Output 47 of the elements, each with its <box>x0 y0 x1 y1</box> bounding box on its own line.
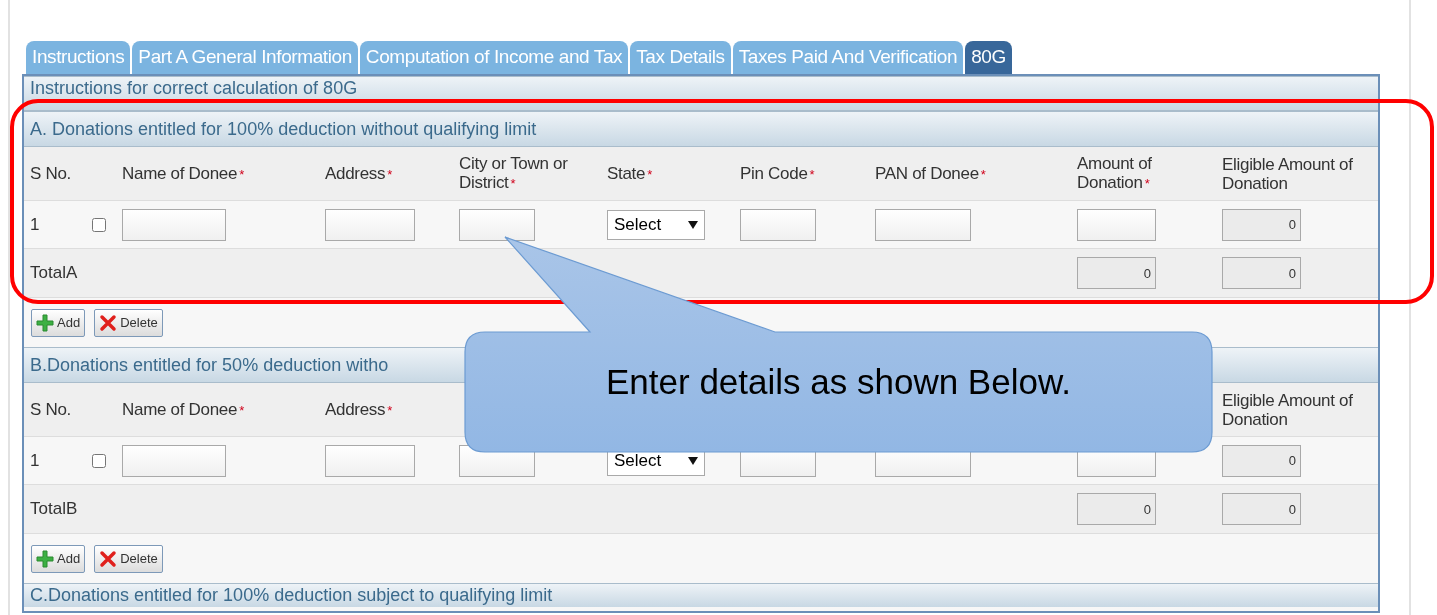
readonly-field[interactable]: 0 <box>1222 257 1301 289</box>
column-header: Pin Code* <box>740 163 816 184</box>
readonly-field[interactable]: 0 <box>1222 208 1301 241</box>
readonly-field[interactable]: 0 <box>1222 493 1301 525</box>
column-header: Eligible Amount of Donation <box>1222 390 1354 429</box>
column-header: S No. <box>30 400 73 419</box>
add-button[interactable]: Add <box>31 308 86 337</box>
add-button[interactable]: Add <box>31 544 86 573</box>
text-field[interactable] <box>740 208 816 241</box>
delete-button[interactable]: Delete <box>94 308 163 337</box>
total-label: TotalA <box>30 262 79 285</box>
cross-icon <box>99 549 118 568</box>
caret-icon <box>688 220 698 229</box>
row-checkbox[interactable] <box>92 217 106 232</box>
state-select[interactable]: Select <box>607 209 705 240</box>
text-field[interactable] <box>122 208 226 241</box>
readonly-field[interactable]: 0 <box>1077 493 1156 525</box>
text-field[interactable] <box>1077 208 1156 241</box>
readonly-field[interactable]: 0 <box>1222 444 1301 477</box>
column-header: Address* <box>325 163 394 184</box>
text-field[interactable] <box>122 444 226 477</box>
row-number: 1 <box>30 213 41 236</box>
column-header: Name of Donee* <box>122 399 245 420</box>
section-header: C.Donations entitled for 100% deduction subject to qualifying limit <box>24 583 1378 607</box>
column-header: Address* <box>325 399 394 420</box>
caret-icon <box>688 456 698 465</box>
tab[interactable]: 80G <box>965 41 1012 74</box>
column-header: S No. <box>30 164 73 183</box>
row-checkbox[interactable] <box>92 453 106 468</box>
cross-icon <box>99 313 118 332</box>
column-header: PAN of Donee* <box>875 163 987 184</box>
plus-icon <box>36 313 54 332</box>
text-field[interactable] <box>325 444 415 477</box>
column-header: Amount of Donation* <box>1077 154 1153 193</box>
text-field[interactable] <box>325 208 415 241</box>
text-field[interactable] <box>875 208 971 241</box>
column-header: Name of Donee* <box>122 163 245 184</box>
total-label: TotalB <box>30 498 79 521</box>
readonly-field[interactable]: 0 <box>1077 257 1156 289</box>
delete-button[interactable]: Delete <box>94 544 163 573</box>
section-header: A. Donations entitled for 100% deduction without qualifying limit <box>24 111 1378 147</box>
column-header: State* <box>607 163 653 184</box>
text-field[interactable] <box>459 208 535 241</box>
row-number: 1 <box>30 449 41 472</box>
plus-icon <box>36 549 54 568</box>
column-header: City or Town or District* <box>459 154 569 193</box>
column-header: Eligible Amount of Donation <box>1222 154 1354 193</box>
